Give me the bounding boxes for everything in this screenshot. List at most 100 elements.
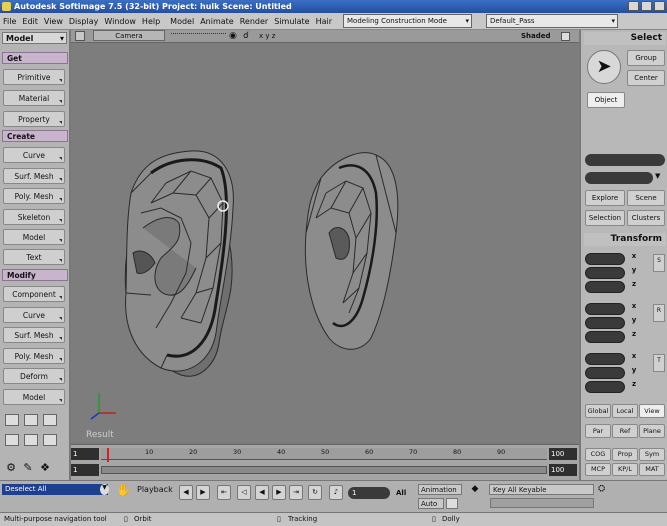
menu-file[interactable]: File: [0, 17, 19, 26]
cog-button[interactable]: COG: [585, 448, 611, 461]
create-skeleton-button[interactable]: Skeleton: [3, 209, 65, 225]
play-forward-button[interactable]: ▶: [272, 485, 286, 500]
primitive-button[interactable]: Primitive: [3, 69, 65, 85]
first-frame-button[interactable]: ⇤: [217, 485, 231, 500]
viewport-letter-icon[interactable]: [75, 31, 85, 41]
modify-component-button[interactable]: Component: [3, 286, 65, 302]
group-button[interactable]: Group: [627, 50, 665, 66]
scale-button[interactable]: S: [653, 254, 665, 272]
timeline-ruler[interactable]: 10 20 30 40 50 60 70 80 90: [101, 448, 547, 462]
scene-button[interactable]: Scene: [627, 190, 665, 206]
snap-icon[interactable]: ❖: [38, 461, 52, 475]
keyframe-icon[interactable]: ◆: [466, 484, 484, 498]
layout-vertical-icon[interactable]: [24, 434, 38, 446]
minimize-button[interactable]: [628, 1, 639, 11]
local-tab[interactable]: Local: [612, 404, 638, 418]
layout-split-icon[interactable]: [24, 414, 38, 426]
close-button[interactable]: [654, 1, 665, 11]
layout-horizontal-icon[interactable]: [5, 434, 19, 446]
menu-display[interactable]: Display: [66, 17, 102, 26]
3d-viewport[interactable]: Result: [71, 43, 579, 443]
current-frame-marker[interactable]: [107, 448, 109, 462]
explore-button[interactable]: Explore: [585, 190, 625, 206]
layout-mode-dropdown[interactable]: Modeling Construction Mode: [343, 14, 473, 28]
range-end-field[interactable]: 100: [549, 464, 577, 476]
frame-field[interactable]: 1: [348, 487, 390, 499]
translation-x-field[interactable]: [585, 353, 625, 365]
menu-model[interactable]: Model: [167, 17, 197, 26]
par-tab[interactable]: Par: [585, 424, 611, 438]
brush-icon[interactable]: ✎: [21, 461, 35, 475]
timeline-start-field[interactable]: 1: [71, 448, 99, 460]
modify-poly-mesh-button[interactable]: Poly. Mesh: [3, 348, 65, 364]
scale-z-field[interactable]: [585, 281, 625, 293]
layout-four-icon[interactable]: [43, 434, 57, 446]
material-button[interactable]: Material: [3, 90, 65, 106]
rotation-x-field[interactable]: [585, 303, 625, 315]
auto-key-button[interactable]: Auto: [418, 498, 444, 509]
selection-expand-icon[interactable]: ▼: [655, 172, 665, 184]
create-surf-mesh-button[interactable]: Surf. Mesh: [3, 168, 65, 184]
scale-y-field[interactable]: [585, 267, 625, 279]
key-marker-icon[interactable]: [446, 498, 458, 509]
menu-window[interactable]: Window: [101, 17, 139, 26]
camera-dropdown[interactable]: Camera: [93, 30, 165, 41]
modify-model-button[interactable]: Model: [3, 389, 65, 405]
key-set-field[interactable]: [490, 498, 594, 508]
mcp-button[interactable]: MCP: [585, 463, 611, 476]
menu-simulate[interactable]: Simulate: [271, 17, 312, 26]
rotation-y-field[interactable]: [585, 317, 625, 329]
selection-button[interactable]: Selection: [585, 210, 625, 226]
view-tab[interactable]: View: [639, 404, 665, 418]
layout-quad-icon[interactable]: [43, 414, 57, 426]
menu-view[interactable]: View: [41, 17, 66, 26]
translate-button[interactable]: T: [653, 354, 665, 372]
key-set-dropdown[interactable]: Key All Keyable: [489, 484, 594, 495]
selection-dropdown-icon[interactable]: ▼: [100, 484, 109, 495]
shading-mode-dropdown[interactable]: Shaded: [521, 30, 551, 43]
create-model-button[interactable]: Model: [3, 229, 65, 245]
playback-label[interactable]: Playback: [137, 485, 173, 494]
menu-render[interactable]: Render: [237, 17, 271, 26]
render-pass-dropdown[interactable]: Default_Pass: [486, 14, 619, 28]
selection-info-field[interactable]: [585, 172, 653, 184]
modify-surf-mesh-button[interactable]: Surf. Mesh: [3, 327, 65, 343]
prev-frame-button[interactable]: ◁: [237, 485, 251, 500]
modify-curve-button[interactable]: Curve: [3, 307, 65, 323]
layout-single-icon[interactable]: [5, 414, 19, 426]
selection-name-field[interactable]: [585, 154, 665, 166]
animation-dropdown[interactable]: Animation: [418, 484, 462, 495]
key-lock-icon[interactable]: ⛭: [598, 484, 610, 496]
global-tab[interactable]: Global: [585, 404, 611, 418]
modify-deform-button[interactable]: Deform: [3, 368, 65, 384]
prev-key-button[interactable]: ▶: [196, 485, 210, 500]
plane-tab[interactable]: Plane: [639, 424, 665, 438]
timeline-range-slider[interactable]: [101, 466, 547, 474]
menu-help[interactable]: Help: [139, 17, 163, 26]
select-arrow-icon[interactable]: ➤: [587, 50, 621, 84]
rotate-button[interactable]: R: [653, 304, 665, 322]
menu-hair[interactable]: Hair: [313, 17, 335, 26]
eye-icon[interactable]: ◉: [229, 30, 237, 43]
hand-icon[interactable]: ✋: [116, 483, 132, 499]
render-region-icon[interactable]: ⚙: [4, 461, 18, 475]
create-text-button[interactable]: Text: [3, 249, 65, 265]
maximize-viewport-icon[interactable]: [561, 32, 570, 41]
play-backward-button[interactable]: ◀: [255, 485, 269, 500]
last-frame-button[interactable]: ⇥: [289, 485, 303, 500]
translation-z-field[interactable]: [585, 381, 625, 393]
object-filter-button[interactable]: Object: [587, 92, 625, 108]
xyz-icon[interactable]: x y z: [259, 30, 275, 43]
all-label[interactable]: All: [396, 489, 406, 497]
maximize-button[interactable]: [641, 1, 652, 11]
current-frame-field[interactable]: 1: [71, 464, 99, 476]
mat-button[interactable]: MAT: [639, 463, 665, 476]
rotation-z-field[interactable]: [585, 331, 625, 343]
goto-start-button[interactable]: ◀: [179, 485, 193, 500]
sym-button[interactable]: Sym: [639, 448, 665, 461]
menu-animate[interactable]: Animate: [197, 17, 237, 26]
center-button[interactable]: Center: [627, 70, 665, 86]
toolbar-mode-dropdown[interactable]: Model: [2, 32, 67, 44]
scale-x-field[interactable]: [585, 253, 625, 265]
property-button[interactable]: Property: [3, 111, 65, 127]
